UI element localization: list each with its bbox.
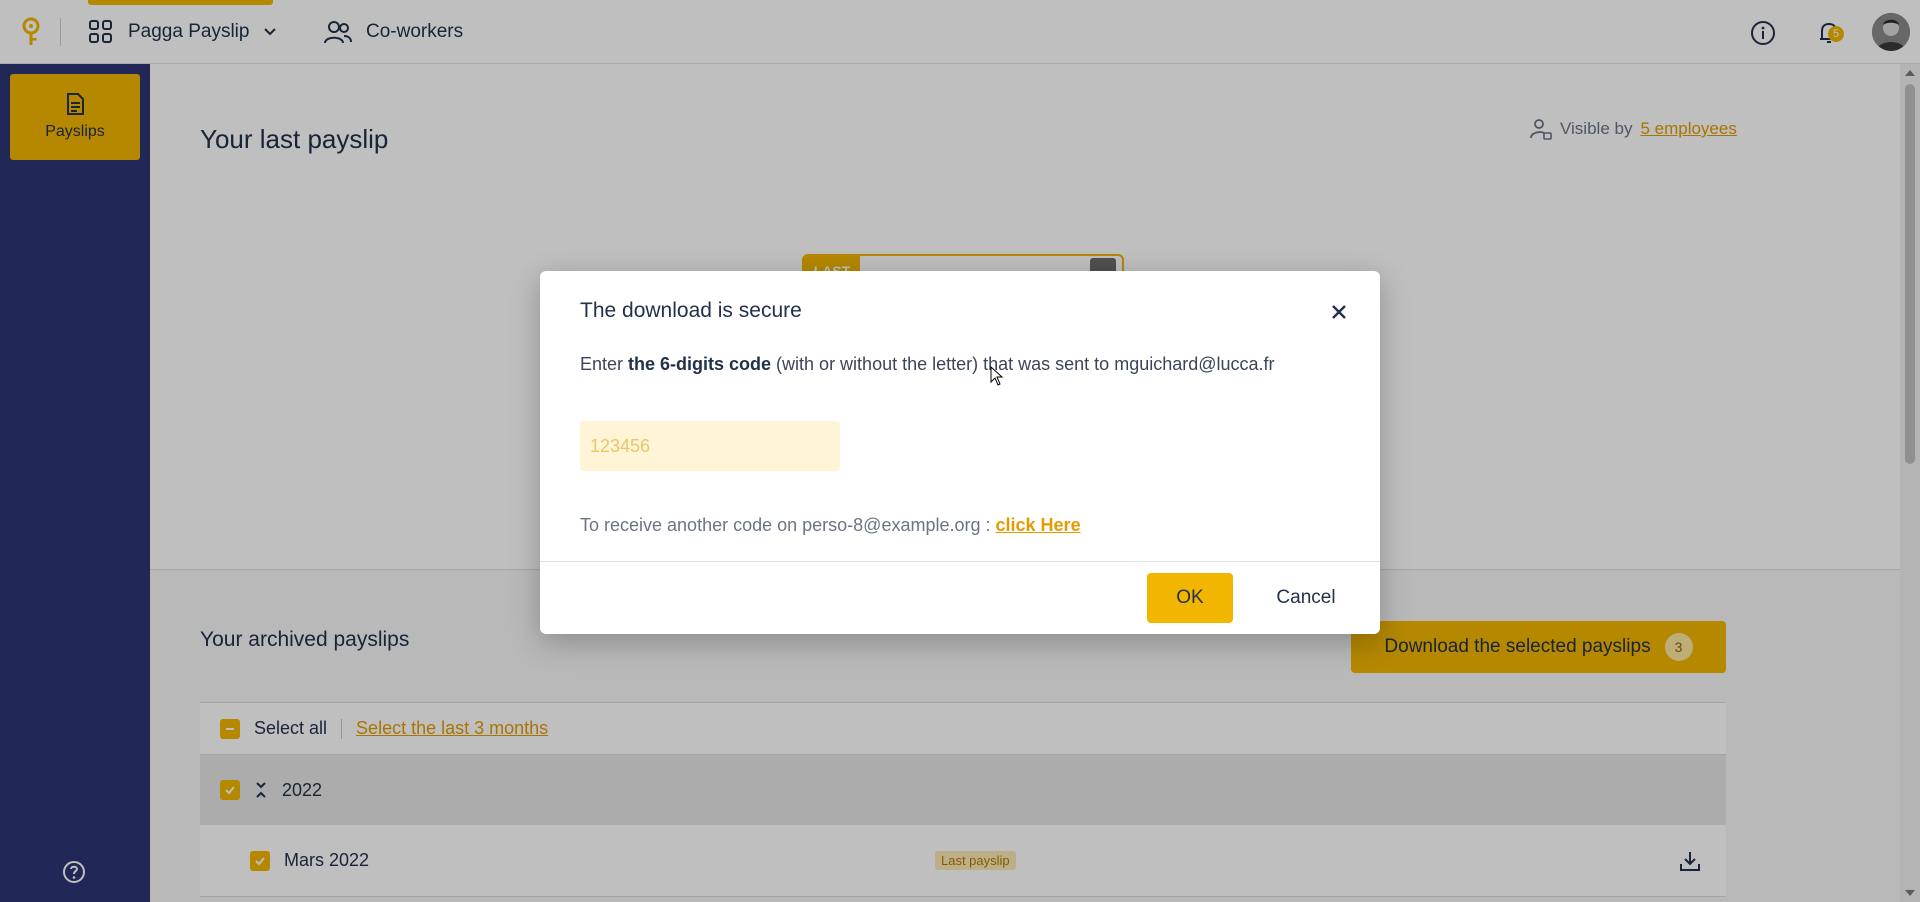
- desc-suffix: (with or without the letter) that was se…: [771, 354, 1275, 374]
- ok-button[interactable]: OK: [1147, 573, 1233, 623]
- mouse-cursor-icon: [990, 366, 1004, 386]
- modal-description: Enter the 6-digits code (with or without…: [580, 354, 1275, 375]
- desc-bold: the 6-digits code: [628, 354, 772, 374]
- modal-divider: [540, 561, 1380, 562]
- desc-prefix: Enter: [580, 354, 629, 374]
- resend-text: To receive another code on perso-8@examp…: [580, 515, 996, 535]
- close-icon: [1332, 305, 1346, 319]
- resend-link[interactable]: click Here: [996, 515, 1081, 535]
- modal-title: The download is secure: [580, 299, 802, 322]
- close-button[interactable]: [1326, 299, 1352, 325]
- secure-download-modal: The download is secure Enter the 6-digit…: [540, 271, 1380, 634]
- resend-info: To receive another code on perso-8@examp…: [580, 515, 1081, 536]
- code-input[interactable]: [580, 421, 840, 471]
- cancel-button[interactable]: Cancel: [1258, 573, 1354, 623]
